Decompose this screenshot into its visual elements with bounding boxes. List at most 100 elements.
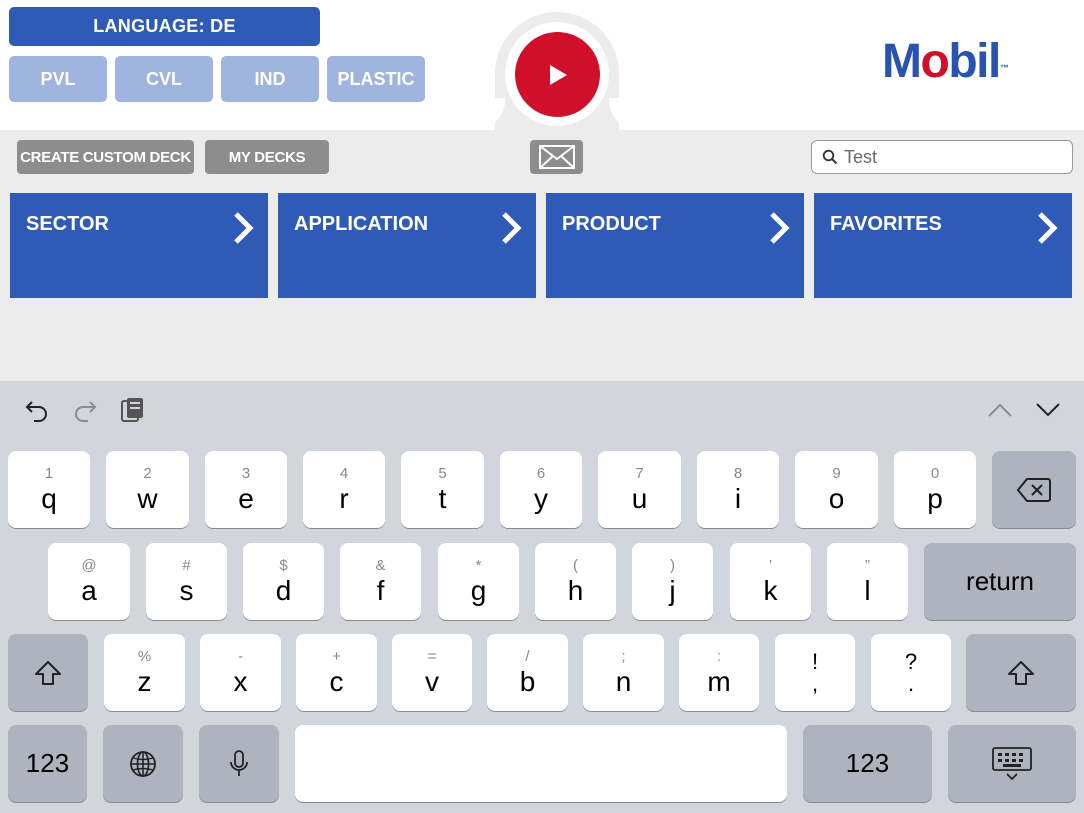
chevron-up-icon[interactable]: [987, 400, 1013, 420]
key-char: c: [329, 665, 344, 697]
undo-icon[interactable]: [24, 397, 50, 423]
mail-button[interactable]: [530, 140, 583, 174]
key-char: n: [615, 665, 632, 697]
tile-product[interactable]: PRODUCT: [546, 193, 804, 298]
search-input[interactable]: [844, 146, 1044, 168]
key-hint: 1: [44, 464, 54, 482]
key-f[interactable]: & f: [340, 543, 421, 620]
search-box[interactable]: [811, 140, 1073, 174]
key-m[interactable]: :m: [679, 634, 759, 711]
key-char: t: [438, 482, 447, 514]
numbers-left-key[interactable]: 123: [8, 725, 87, 802]
key-d[interactable]: $ d: [243, 543, 324, 620]
key-hint: ’: [768, 556, 773, 574]
key-hint: +: [332, 647, 341, 665]
key-k[interactable]: ’ k: [730, 543, 811, 620]
key-char: h: [567, 574, 584, 606]
key-char: e: [238, 482, 254, 514]
key-w[interactable]: 2w: [106, 451, 189, 528]
key-a[interactable]: @ a: [48, 543, 130, 620]
key-u[interactable]: 7u: [598, 451, 681, 528]
key-n[interactable]: ; n: [583, 634, 664, 711]
paste-icon[interactable]: [119, 396, 145, 424]
key-hint: @: [81, 556, 97, 574]
segment-pvl-button[interactable]: PVL: [9, 56, 107, 102]
globe-key[interactable]: [103, 725, 183, 802]
shift-left-key[interactable]: [8, 634, 88, 711]
logo-m: M: [882, 35, 922, 88]
tile-sector[interactable]: SECTOR: [10, 193, 268, 298]
key-hint: !: [811, 648, 819, 674]
shift-icon: [35, 660, 61, 685]
shift-right-key[interactable]: [966, 634, 1076, 711]
key-l[interactable]: ” l: [827, 543, 908, 620]
return-label: return: [966, 566, 1034, 596]
key-hint: ): [670, 556, 675, 574]
key-hint: :: [716, 647, 722, 665]
key-char: k: [763, 574, 778, 606]
chevron-right-icon: [502, 212, 522, 244]
tile-label: PRODUCT: [562, 213, 661, 235]
key-char: .: [907, 670, 915, 696]
key-hint: ?: [904, 648, 918, 674]
keyboard-dismiss-icon: [992, 746, 1032, 780]
key-b[interactable]: / b: [487, 634, 568, 711]
tile-label: FAVORITES: [830, 213, 942, 235]
key-r[interactable]: 4r: [303, 451, 385, 528]
key-o[interactable]: 9o: [795, 451, 878, 528]
chevron-down-icon[interactable]: [1035, 400, 1061, 420]
key-hint: $: [279, 556, 288, 574]
key-c[interactable]: + c: [296, 634, 377, 711]
key-z[interactable]: % z: [104, 634, 185, 711]
key-comma[interactable]: !,: [775, 634, 855, 711]
key-hint: 3: [241, 464, 251, 482]
segment-plastic-button[interactable]: PLASTIC: [327, 56, 425, 102]
numbers-right-key[interactable]: 123: [803, 725, 932, 802]
key-char: y: [534, 482, 548, 514]
hide-keyboard-key[interactable]: [948, 725, 1076, 802]
key-j[interactable]: ) j: [632, 543, 713, 620]
key-v[interactable]: = v: [392, 634, 472, 711]
microphone-icon: [230, 749, 248, 776]
key-q[interactable]: 1q: [8, 451, 90, 528]
return-key[interactable]: return: [924, 543, 1076, 620]
key-char: v: [425, 665, 439, 697]
key-hint: #: [182, 556, 191, 574]
segment-ind-button[interactable]: IND: [221, 56, 319, 102]
key-e[interactable]: 3e: [205, 451, 287, 528]
segment-cvl-button[interactable]: CVL: [115, 56, 213, 102]
key-char: g: [470, 574, 487, 606]
key-x[interactable]: -x: [200, 634, 281, 711]
key-char: x: [233, 665, 248, 697]
logo-bil: bil: [948, 35, 1001, 88]
backspace-key[interactable]: [992, 451, 1076, 528]
key-h[interactable]: (h: [535, 543, 616, 620]
key-t[interactable]: 5t: [401, 451, 484, 528]
key-char: i: [734, 482, 742, 514]
chevron-right-icon: [770, 212, 790, 244]
create-custom-deck-button[interactable]: CREATE CUSTOM DECK: [17, 140, 194, 174]
key-hint: -: [238, 647, 243, 665]
chevron-right-icon: [1038, 212, 1058, 244]
backspace-icon: [1016, 477, 1051, 502]
numbers-label: 123: [845, 748, 890, 778]
redo-icon[interactable]: [72, 397, 98, 423]
key-g[interactable]: * g: [438, 543, 519, 620]
space-key[interactable]: [295, 725, 787, 802]
key-char: d: [275, 574, 292, 606]
language-button[interactable]: LANGUAGE: DE: [9, 7, 320, 46]
key-hint: %: [137, 647, 152, 665]
key-y[interactable]: 6y: [500, 451, 582, 528]
key-i[interactable]: 8i: [697, 451, 779, 528]
key-period[interactable]: ?.: [871, 634, 951, 711]
key-s[interactable]: # s: [146, 543, 227, 620]
key-p[interactable]: 0p: [894, 451, 976, 528]
logo-o: o: [920, 35, 949, 88]
key-hint: 6: [536, 464, 546, 482]
key-char: m: [707, 665, 731, 697]
play-button[interactable]: [515, 32, 600, 117]
dictation-key[interactable]: [199, 725, 279, 802]
tile-application[interactable]: APPLICATION: [278, 193, 536, 298]
my-decks-button[interactable]: MY DECKS: [205, 140, 329, 174]
tile-favorites[interactable]: FAVORITES: [814, 193, 1072, 298]
